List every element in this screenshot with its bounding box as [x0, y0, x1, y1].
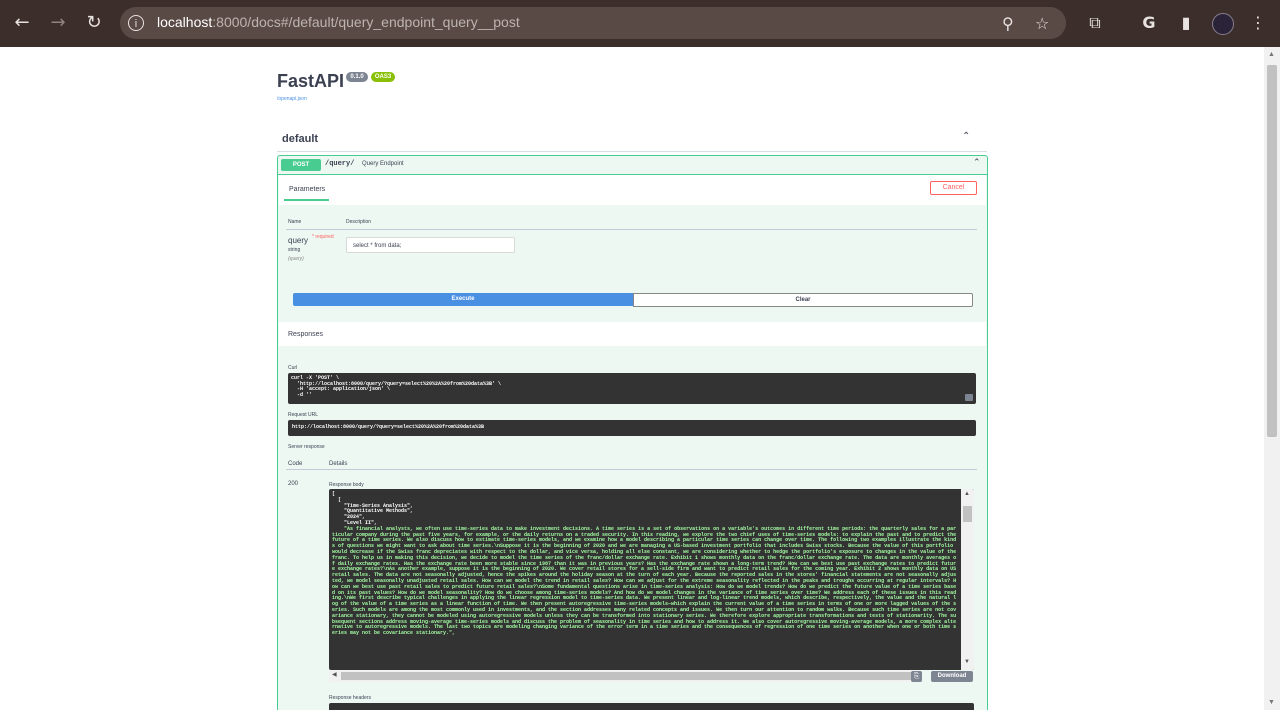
vertical-scrollbar[interactable]: ▲ ▼: [961, 489, 974, 670]
curl-label: Curl: [288, 365, 298, 371]
divider: [277, 151, 987, 152]
copy-icon[interactable]: [965, 394, 973, 401]
response-body-content: "As financial analysts, we often use tim…: [332, 525, 960, 637]
copy-icon[interactable]: ⎘: [911, 671, 922, 682]
google-icon[interactable]: G: [1138, 12, 1160, 34]
responses-title: Responses: [288, 331, 324, 338]
url-path: :8000/docs#/default/query_endpoint_query…: [212, 14, 520, 30]
reload-icon[interactable]: ↻: [83, 12, 105, 34]
method-badge: POST: [281, 159, 321, 171]
openapi-json-link[interactable]: /openapi.json: [277, 96, 307, 102]
scroll-up-icon[interactable]: ▲: [1268, 51, 1275, 58]
url-host: localhost: [157, 14, 213, 30]
page-scrollbar[interactable]: ▲ ▼: [1264, 47, 1280, 710]
version-badge: 0.1.0: [346, 72, 368, 82]
browser-toolbar: ← → ↻ i localhost:8000/docs#/default/que…: [0, 0, 1280, 47]
scroll-up-icon[interactable]: ▲: [964, 491, 970, 497]
bookmark-star-icon[interactable]: ☆: [1035, 14, 1049, 33]
scrollbar-thumb[interactable]: [341, 672, 911, 680]
curl-block[interactable]: curl -X 'POST' \ 'http://localhost:8000/…: [288, 373, 976, 404]
request-url-label: Request URL: [288, 412, 319, 418]
tab-parameters[interactable]: Parameters: [289, 186, 325, 193]
zoom-icon[interactable]: ⚲: [1002, 14, 1014, 33]
scrollbar-thumb[interactable]: [1267, 65, 1277, 437]
menu-kebab-icon[interactable]: ⋮: [1247, 12, 1269, 34]
response-status-code: 200: [288, 481, 299, 487]
profile-avatar[interactable]: [1212, 13, 1234, 35]
response-headers-label: Response headers: [329, 695, 371, 701]
back-icon[interactable]: ←: [11, 12, 33, 34]
request-url-text: http://localhost:8000/query/?query=selec…: [292, 424, 485, 430]
url-text[interactable]: localhost:8000/docs#/default/query_endpo…: [157, 14, 520, 30]
scroll-left-icon[interactable]: ◀: [332, 671, 337, 678]
response-body-label: Response body: [329, 482, 364, 488]
param-required: * required: [312, 234, 334, 240]
address-bar[interactable]: i localhost:8000/docs#/default/query_end…: [120, 7, 1066, 39]
tab-underline: [284, 199, 329, 201]
query-input[interactable]: select * from data;: [346, 237, 515, 253]
site-info-icon[interactable]: i: [128, 15, 144, 31]
request-url-block[interactable]: http://localhost:8000/query/?query=selec…: [288, 420, 976, 436]
oas-badge: OAS3: [371, 72, 395, 82]
horizontal-scrollbar[interactable]: ◀: [329, 670, 919, 682]
divider: [286, 469, 977, 470]
response-body-open: [ [ "Time-Series Analysis", "Quantitativ…: [332, 491, 414, 526]
parameters-header: Parameters Cancel: [279, 175, 986, 205]
clear-button[interactable]: Clear: [633, 293, 973, 307]
extensions-icon[interactable]: ⧉: [1084, 12, 1106, 34]
param-name: query: [288, 236, 309, 245]
tag-default-title[interactable]: default: [282, 133, 318, 145]
code-column-header: Code: [288, 461, 303, 467]
param-type: string: [288, 247, 301, 253]
scroll-down-icon[interactable]: ▼: [964, 659, 970, 665]
cancel-button[interactable]: Cancel: [930, 181, 977, 195]
server-response-label: Server response: [288, 444, 325, 450]
column-header-description: Description: [346, 219, 372, 225]
chevron-up-icon[interactable]: ⌃: [973, 158, 981, 168]
execute-button[interactable]: Execute: [293, 293, 633, 306]
scroll-down-icon[interactable]: ▼: [1268, 699, 1275, 706]
chevron-up-icon[interactable]: ⌃: [962, 131, 970, 142]
divider: [286, 229, 977, 230]
curl-text: curl -X 'POST' \ 'http://localhost:8000/…: [291, 375, 502, 398]
responses-header: Responses: [279, 322, 986, 346]
operation-path: /query/: [325, 160, 355, 168]
scrollbar-thumb[interactable]: [963, 506, 972, 522]
response-headers-block[interactable]: [329, 703, 974, 710]
operation-description: Query Endpoint: [362, 161, 404, 167]
swagger-page: FastAPI 0.1.0 OAS3 /openapi.json default…: [0, 47, 1264, 710]
side-panel-icon[interactable]: ▮: [1175, 12, 1197, 34]
forward-icon[interactable]: →: [47, 12, 69, 34]
operation-summary[interactable]: POST /query/ Query Endpoint ⌃: [278, 156, 987, 175]
column-header-name: Name: [288, 219, 302, 225]
operation-block-post-query: POST /query/ Query Endpoint ⌃ Parameters…: [277, 155, 988, 710]
api-title: FastAPI: [277, 71, 345, 91]
download-button[interactable]: Download: [931, 671, 973, 682]
param-location: (query): [288, 256, 304, 262]
details-column-header: Details: [329, 461, 348, 467]
response-body-block[interactable]: [ [ "Time-Series Analysis", "Quantitativ…: [329, 489, 974, 670]
response-body-text: [ [ "Time-Series Analysis", "Quantitativ…: [332, 491, 960, 637]
